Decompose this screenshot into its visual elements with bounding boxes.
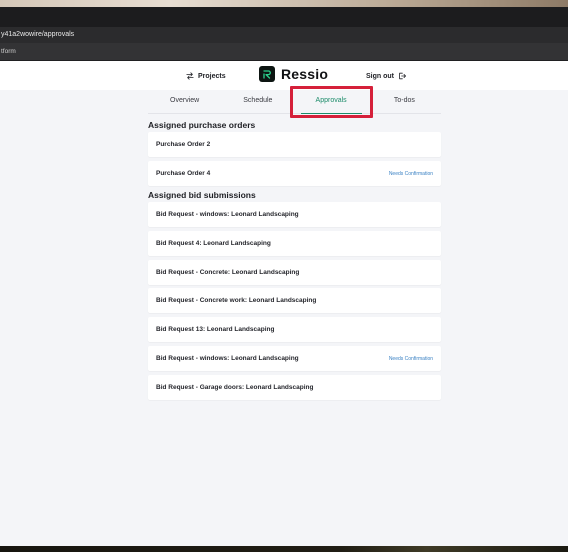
purchase-order-title: Purchase Order 2 [156,141,211,148]
purchase-order-title: Purchase Order 4 [156,170,211,177]
browser-address-bar[interactable]: y41a2wowire/approvals [0,27,568,43]
brand-name: Ressio [281,66,329,82]
logout-icon [399,72,406,80]
bid-submission-row[interactable]: Bid Request - windows: Leonard Landscapi… [148,202,441,227]
browser-tab-strip [0,7,568,27]
tab-schedule[interactable]: Schedule [221,90,294,113]
bid-submission-row[interactable]: Bid Request - Concrete: Leonard Landscap… [148,260,441,285]
purchase-order-row[interactable]: Purchase Order 2 [148,132,441,157]
tab-todos[interactable]: To-dos [368,90,441,113]
projects-nav-link[interactable]: Projects [186,69,226,83]
bid-submission-title: Bid Request - Garage doors: Leonard Land… [156,384,314,391]
bid-submission-row[interactable]: Bid Request - Concrete work: Leonard Lan… [148,288,441,313]
bid-submission-title: Bid Request - Concrete work: Leonard Lan… [156,297,317,304]
brand[interactable]: Ressio [259,66,328,82]
tab-overview[interactable]: Overview [148,90,221,113]
bid-submission-title: Bid Request - Concrete: Leonard Landscap… [156,269,300,276]
ressio-logo-icon [259,66,275,82]
sign-out-button[interactable]: Sign out [366,69,406,83]
app-header: Projects Ressio Sign out [0,61,568,90]
browser-bookmarks-bar: tform [0,43,568,61]
projects-nav-label: Projects [198,72,226,80]
bid-submission-row[interactable]: Bid Request - Garage doors: Leonard Land… [148,375,441,400]
bookmark-item[interactable]: tform [1,48,16,55]
window-bottom-edge [0,546,568,552]
project-tabs: Overview Schedule Approvals To-dos [148,90,441,114]
sign-out-label: Sign out [366,72,394,80]
tab-approvals[interactable]: Approvals [295,90,368,114]
bid-submission-row[interactable]: Bid Request - windows: Leonard Landscapi… [148,346,441,371]
bid-submission-title: Bid Request 13: Leonard Landscaping [156,326,275,333]
bid-submission-title: Bid Request - windows: Leonard Landscapi… [156,355,299,362]
bid-submission-row[interactable]: Bid Request 4: Leonard Landscaping [148,231,441,256]
bid-submission-title: Bid Request - windows: Leonard Landscapi… [156,211,299,218]
purchase-orders-heading: Assigned purchase orders [148,120,256,130]
address-bar-url[interactable]: y41a2wowire/approvals [1,31,74,38]
bid-submission-title: Bid Request 4: Leonard Landscaping [156,240,271,247]
bid-submission-row[interactable]: Bid Request 13: Leonard Landscaping [148,317,441,342]
swap-arrows-icon [186,72,194,80]
status-badge: Needs Confirmation [388,355,433,362]
purchase-order-row[interactable]: Purchase Order 4 Needs Confirmation [148,161,441,186]
window-top-edge [0,0,568,7]
bid-submissions-heading: Assigned bid submissions [148,190,256,200]
status-badge: Needs Confirmation [388,170,433,177]
